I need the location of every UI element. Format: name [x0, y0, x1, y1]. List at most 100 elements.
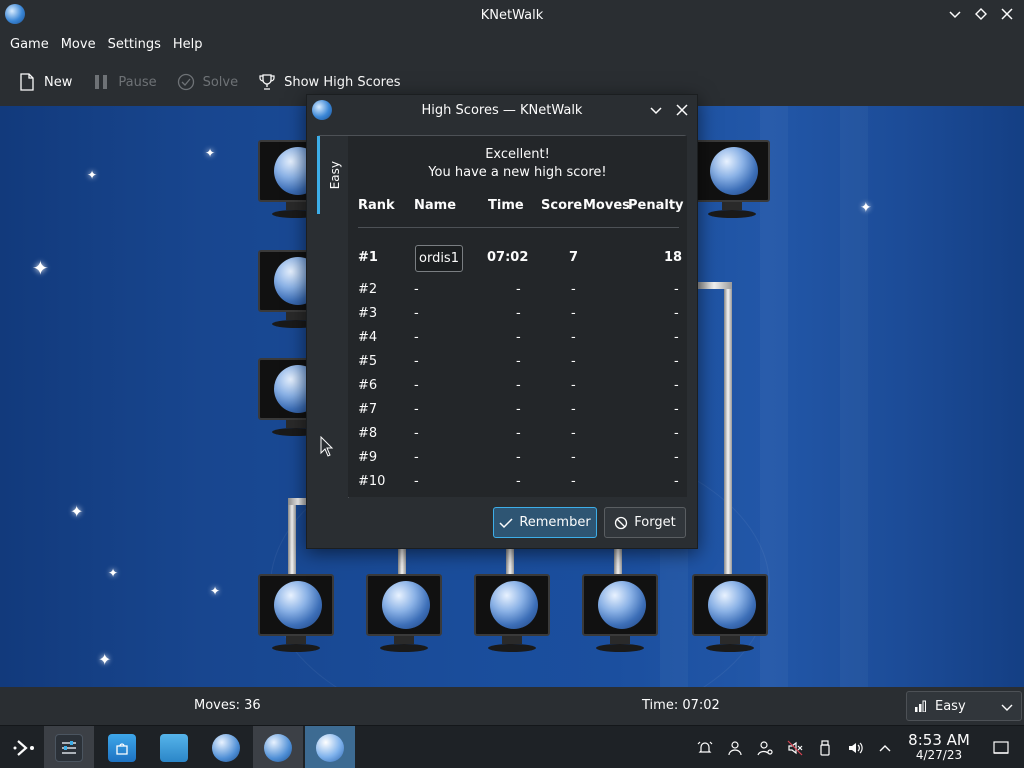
moves-counter: Moves: 36: [194, 698, 261, 713]
pause-button[interactable]: Pause: [88, 66, 160, 98]
menu-help[interactable]: Help: [167, 30, 209, 60]
row-8-time: -: [516, 426, 521, 441]
taskbar-knetwalk-launcher[interactable]: [201, 726, 251, 768]
cable-segment: [288, 498, 296, 578]
row-8-name: -: [414, 426, 419, 441]
dialog-close-button[interactable]: [673, 101, 691, 119]
row-2-score: -: [571, 282, 576, 297]
network-terminal[interactable]: [694, 140, 770, 218]
star-decoration: ✦: [32, 256, 49, 280]
difficulty-select[interactable]: Easy: [906, 691, 1022, 721]
star-decoration: ✦: [87, 168, 98, 182]
row-7-time: -: [516, 402, 521, 417]
dialog-minimize-button[interactable]: [647, 101, 665, 119]
row-7-rank: #7: [358, 402, 378, 417]
new-game-button[interactable]: New: [14, 66, 76, 98]
row-1-time: 07:02: [487, 250, 529, 265]
clock-time: 8:53 AM: [908, 731, 970, 750]
row-5-time: -: [516, 354, 521, 369]
mouse-cursor: [320, 436, 334, 457]
menu-move[interactable]: Move: [55, 30, 102, 60]
header-score: Score: [541, 198, 583, 213]
clock-date: 4/27/23: [915, 748, 963, 763]
taskbar-knetwalk-window[interactable]: [253, 726, 303, 768]
app-launcher-icon: [13, 739, 34, 756]
row-10-time: -: [516, 474, 521, 489]
board-stripe: [840, 106, 868, 687]
network-terminal[interactable]: [366, 574, 442, 652]
system-settings-icon: [55, 733, 83, 762]
row-3-score: -: [571, 306, 576, 321]
volume-icon[interactable]: [840, 733, 870, 763]
row-4-rank: #4: [358, 330, 378, 345]
row-4-score: -: [571, 330, 576, 345]
new-document-icon: [18, 73, 36, 91]
remember-button[interactable]: Remember: [493, 507, 597, 538]
header-rank: Rank: [358, 198, 395, 213]
knetwalk-window-icon: [316, 733, 344, 762]
row-3-time: -: [516, 306, 521, 321]
taskbar-discover[interactable]: [97, 726, 147, 768]
row-1-penalty: 18: [664, 250, 683, 265]
user-icon[interactable]: [720, 733, 750, 763]
forget-button[interactable]: Forget: [604, 507, 686, 538]
row-6-rank: #6: [358, 378, 378, 393]
row-3-name: -: [414, 306, 419, 321]
maximize-button[interactable]: [972, 5, 990, 23]
taskbar-dolphin[interactable]: [149, 726, 199, 768]
row-7-name: -: [414, 402, 419, 417]
notifications-bell-icon[interactable]: [690, 733, 720, 763]
cable-segment: [724, 282, 732, 577]
usb-device-icon[interactable]: [810, 733, 840, 763]
network-terminal[interactable]: [692, 574, 768, 652]
row-9-name: -: [414, 450, 419, 465]
show-desktop-button[interactable]: [978, 733, 1024, 763]
chevron-up-icon[interactable]: [870, 733, 900, 763]
tab-easy-label: Easy: [327, 160, 342, 190]
menu-settings[interactable]: Settings: [102, 30, 167, 60]
tab-easy[interactable]: Easy: [317, 136, 349, 214]
knetwalk-app-icon[interactable]: [5, 4, 25, 24]
row-7-score: -: [571, 402, 576, 417]
taskbar-knetwalk-active[interactable]: [305, 726, 355, 768]
row-8-penalty: -: [674, 426, 679, 441]
audio-muted-icon[interactable]: [780, 733, 810, 763]
cable-segment: [506, 549, 514, 577]
row-4-time: -: [516, 330, 521, 345]
high-scores-dialog: High Scores — KNetWalk Easy Excellent! Y…: [306, 94, 698, 549]
cable-segment: [398, 549, 406, 577]
discover-store-icon: [108, 733, 136, 762]
solve-button[interactable]: Solve: [173, 66, 243, 98]
row-5-penalty: -: [674, 354, 679, 369]
close-icon: [676, 104, 688, 116]
row-10-penalty: -: [674, 474, 679, 489]
status-bar: Moves: 36 Time: 07:02 Easy: [0, 687, 1024, 725]
row-6-penalty: -: [674, 378, 679, 393]
network-terminal[interactable]: [474, 574, 550, 652]
chevron-down-icon: [650, 107, 662, 115]
minimize-button[interactable]: [946, 5, 964, 23]
show-desktop-icon: [993, 740, 1009, 754]
window-title: KNetWalk: [480, 7, 544, 23]
row-8-rank: #8: [358, 426, 378, 441]
user-switch-icon[interactable]: [750, 733, 780, 763]
row-2-rank: #2: [358, 282, 378, 297]
close-button[interactable]: [998, 5, 1016, 23]
new-game-label: New: [44, 74, 73, 90]
cable-segment: [614, 549, 622, 577]
star-decoration: ✦: [108, 566, 119, 580]
app-launcher-button[interactable]: [0, 726, 50, 768]
star-decoration: ✦: [98, 650, 112, 669]
network-terminal[interactable]: [582, 574, 658, 652]
row-6-name: -: [414, 378, 419, 393]
taskbar-system-settings[interactable]: [44, 726, 94, 768]
clock[interactable]: 8:53 AM 4/27/23: [900, 731, 978, 763]
player-name-input[interactable]: ordis1: [415, 245, 463, 272]
row-9-score: -: [571, 450, 576, 465]
network-terminal[interactable]: [258, 574, 334, 652]
row-2-name: -: [414, 282, 419, 297]
row-5-rank: #5: [358, 354, 378, 369]
menu-game[interactable]: Game: [4, 30, 55, 60]
row-5-score: -: [571, 354, 576, 369]
row-8-score: -: [571, 426, 576, 441]
